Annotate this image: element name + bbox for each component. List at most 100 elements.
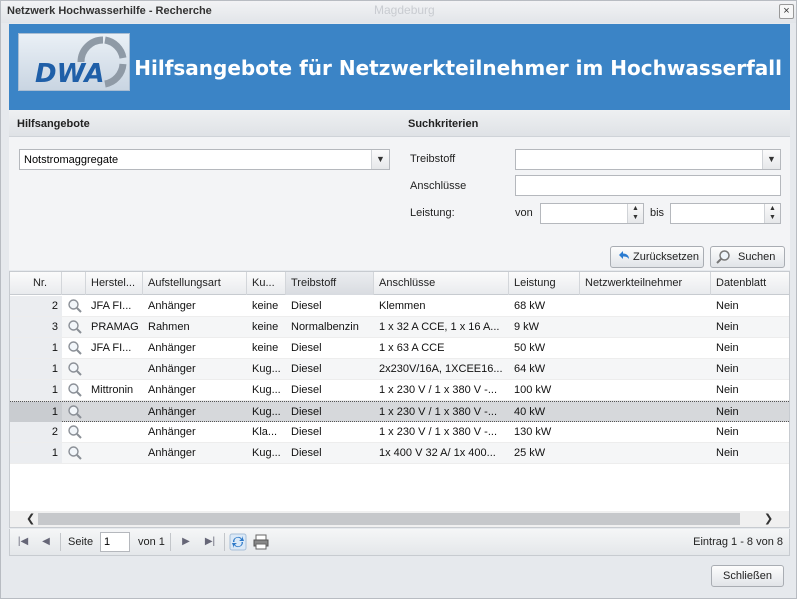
cell-aufstellungsart: Anhänger xyxy=(148,426,196,438)
cell-nr: 2 xyxy=(10,296,62,316)
col-hersteller[interactable]: Herstel... xyxy=(86,272,143,295)
cell-view[interactable] xyxy=(62,359,86,379)
cell-view[interactable] xyxy=(62,443,86,463)
table-row[interactable]: 1 Anhänger Kug... Diesel 2x230V/16A, 1XCEE16… xyxy=(10,359,789,380)
scrollbar-thumb[interactable] xyxy=(38,513,740,525)
hilfsangebote-header-label: Hilfsangebote xyxy=(17,118,90,130)
cell-aufstellungsart: Anhänger xyxy=(148,406,196,418)
cell-view[interactable] xyxy=(62,296,86,316)
scroll-left-icon[interactable]: ❮ xyxy=(26,511,35,527)
cell-ku: Kug... xyxy=(252,447,281,459)
magnifier-icon[interactable] xyxy=(67,445,83,461)
magnifier-icon[interactable] xyxy=(67,382,83,398)
cell-view[interactable] xyxy=(62,402,86,422)
cell-hersteller: PRAMAG xyxy=(91,321,139,333)
magnifier-icon[interactable] xyxy=(67,298,83,314)
last-page-icon[interactable]: ▶| xyxy=(200,532,220,552)
treibstoff-select[interactable]: ▼ xyxy=(515,149,781,170)
reset-button[interactable]: Zurücksetzen xyxy=(610,246,704,268)
col-datenblatt[interactable]: Datenblatt xyxy=(711,272,789,295)
col-anschluesse[interactable]: Anschlüsse xyxy=(374,272,509,295)
cell-aufstellungsart: Anhänger xyxy=(148,300,196,312)
cell-ku: keine xyxy=(252,321,279,333)
chevron-down-icon[interactable]: ▼ xyxy=(762,150,780,169)
search-button[interactable]: Suchen xyxy=(710,246,785,268)
col-netzwerkteilnehmer[interactable]: Netzwerkteilnehmer xyxy=(580,272,711,295)
cell-treibstoff: Diesel xyxy=(291,384,322,396)
cell-view[interactable] xyxy=(62,380,86,400)
cell-nr: 1 xyxy=(10,359,62,379)
table-row[interactable]: 1 Anhänger Kug... Diesel 1x 400 V 32 A/ 1x 4… xyxy=(10,443,789,464)
cell-ku: Kug... xyxy=(252,384,281,396)
cell-aufstellungsart: Anhänger xyxy=(148,447,196,459)
cell-treibstoff: Diesel xyxy=(291,447,322,459)
dialog-footer: Schließen xyxy=(1,557,796,598)
cell-aufstellungsart: Anhänger xyxy=(148,363,196,375)
next-page-icon[interactable]: ▶ xyxy=(176,532,196,552)
print-icon[interactable] xyxy=(252,533,270,551)
suchkriterien-header: Suchkriterien xyxy=(400,110,790,137)
table-row[interactable]: 2 JFA FI... Anhänger keine Diesel Klemmen 68 k… xyxy=(10,296,789,317)
prev-page-icon[interactable]: ◀ xyxy=(36,532,56,552)
pager-separator xyxy=(224,533,225,551)
cell-view[interactable] xyxy=(62,338,86,358)
spinner-arrows-icon[interactable]: ▲ ▼ xyxy=(764,204,780,223)
table-row[interactable]: 1 Mittronin Anhänger Kug... Diesel 1 x 230 V … xyxy=(10,380,789,401)
cell-leistung: 64 kW xyxy=(514,363,546,375)
magnifier-icon[interactable] xyxy=(67,319,83,335)
table-row[interactable]: 1 Anhänger Kug... Diesel 1 x 230 V / 1 x 380… xyxy=(10,401,789,422)
horizontal-scrollbar[interactable]: ❮ ❯ xyxy=(10,511,789,527)
cell-ku: keine xyxy=(252,300,279,312)
search-panel: Hilfsangebote Suchkriterien Notstromaggr… xyxy=(9,110,790,270)
cell-leistung: 9 kW xyxy=(514,321,540,333)
col-view[interactable] xyxy=(62,272,86,295)
table-row[interactable]: 3 PRAMAG Rahmen keine Normalbenzin 1 x 32 A C… xyxy=(10,317,789,338)
cell-treibstoff: Diesel xyxy=(291,342,322,354)
cell-anschluesse: 1x 400 V 32 A/ 1x 400... xyxy=(379,447,496,459)
magnifier-icon[interactable] xyxy=(67,424,83,440)
refresh-icon[interactable] xyxy=(229,533,247,551)
window-close-button[interactable]: × xyxy=(779,4,794,19)
col-treibstoff[interactable]: Treibstoff xyxy=(286,272,374,295)
magnifier-icon[interactable] xyxy=(67,340,83,356)
table-row[interactable]: 1 JFA FI... Anhänger keine Diesel 1 x 63 A CC… xyxy=(10,338,789,359)
scroll-right-icon[interactable]: ❯ xyxy=(764,511,773,527)
results-grid: Nr. Herstel... Aufstellungsart Ku... Tre… xyxy=(9,271,790,528)
window-titlebar[interactable]: Netzwerk Hochwasserhilfe - Recherche Mag… xyxy=(1,1,796,23)
leistung-von-input[interactable]: ▲ ▼ xyxy=(540,203,644,224)
cell-aufstellungsart: Anhänger xyxy=(148,342,196,354)
magnifier-icon[interactable] xyxy=(67,404,83,420)
cell-anschluesse: 1 x 230 V / 1 x 380 V -... xyxy=(379,384,498,396)
undo-icon xyxy=(619,251,629,259)
col-ku[interactable]: Ku... xyxy=(247,272,286,295)
cell-anschluesse: 1 x 32 A CCE, 1 x 16 A... xyxy=(379,321,500,333)
hilfsangebote-select[interactable]: Notstromaggregate ▼ xyxy=(19,149,390,170)
cell-anschluesse: 1 x 63 A CCE xyxy=(379,342,445,354)
page-number-input[interactable]: 1 xyxy=(100,532,130,552)
anschluesse-input[interactable] xyxy=(515,175,781,196)
col-leistung[interactable]: Leistung xyxy=(509,272,580,295)
cell-hersteller: Mittronin xyxy=(91,384,134,396)
cell-nr: 1 xyxy=(10,380,62,400)
cell-netzwerkteilnehmer xyxy=(580,380,711,400)
cell-ku: Kla... xyxy=(252,426,278,438)
col-nr[interactable]: Nr. xyxy=(10,272,62,295)
chevron-down-icon[interactable]: ▼ xyxy=(371,150,389,169)
cell-hersteller xyxy=(86,359,143,379)
pager-separator xyxy=(60,533,61,551)
cell-leistung: 50 kW xyxy=(514,342,546,354)
cell-view[interactable] xyxy=(62,422,86,442)
col-aufstellungsart[interactable]: Aufstellungsart xyxy=(143,272,247,295)
cell-view[interactable] xyxy=(62,317,86,337)
cell-netzwerkteilnehmer xyxy=(580,422,711,442)
magnifier-icon[interactable] xyxy=(67,361,83,377)
cell-datenblatt: Nein xyxy=(716,384,739,396)
table-row[interactable]: 2 Anhänger Kla... Diesel 1 x 230 V / 1 x 380… xyxy=(10,422,789,443)
first-page-icon[interactable]: |◀ xyxy=(13,532,33,552)
spinner-arrows-icon[interactable]: ▲ ▼ xyxy=(627,204,643,223)
cell-datenblatt: Nein xyxy=(716,426,739,438)
leistung-bis-label: bis xyxy=(650,207,665,219)
leistung-bis-input[interactable]: ▲ ▼ xyxy=(670,203,781,224)
cell-anschluesse: 1 x 230 V / 1 x 380 V -... xyxy=(379,426,498,438)
close-button[interactable]: Schließen xyxy=(711,565,784,587)
